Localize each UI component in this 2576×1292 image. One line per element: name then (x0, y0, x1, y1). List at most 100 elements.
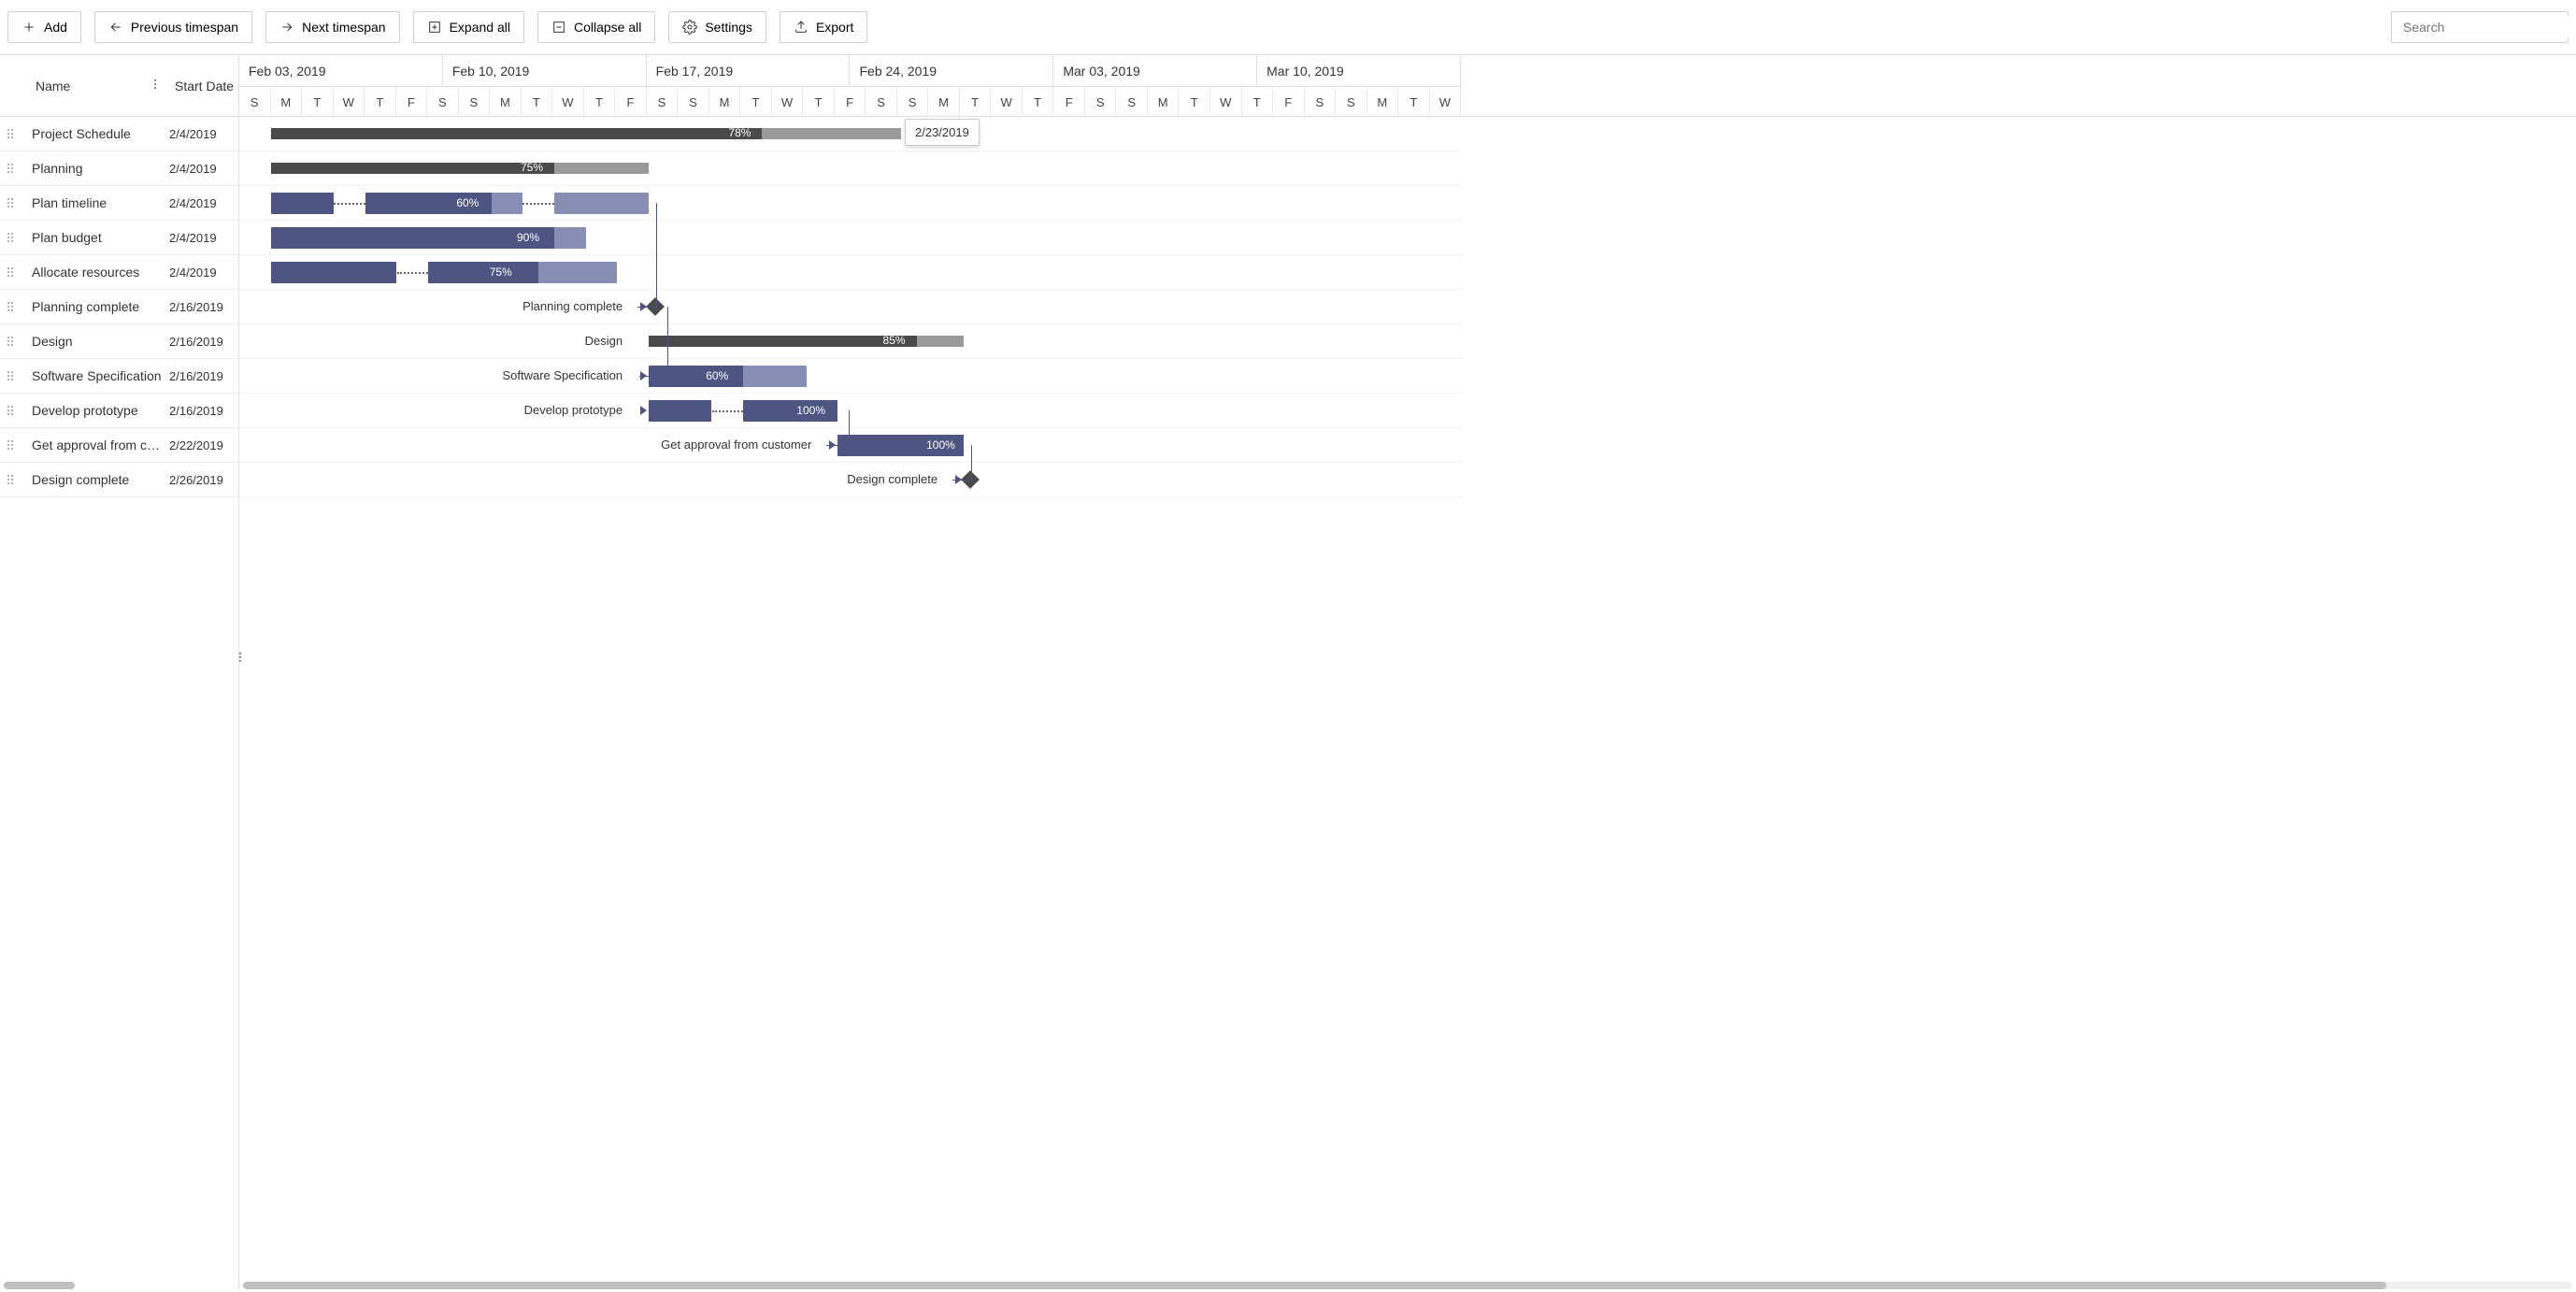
drag-handle-icon[interactable] (0, 473, 21, 486)
drag-handle-icon[interactable] (0, 162, 21, 175)
settings-button[interactable]: Settings (668, 11, 766, 43)
day-header-cell: W (334, 87, 365, 117)
day-header-cell: S (459, 87, 491, 117)
task-name-cell[interactable]: Develop prototype (21, 403, 169, 418)
drag-handle-icon[interactable] (0, 438, 21, 452)
task-row[interactable]: Planning2/4/2019 (0, 151, 238, 186)
task-row[interactable]: Design complete2/26/2019 (0, 463, 238, 497)
task-start-cell[interactable]: 2/4/2019 (169, 127, 238, 141)
task-row[interactable]: Plan budget2/4/2019 (0, 221, 238, 255)
collapse-label: Collapse all (574, 20, 641, 35)
task-bar-segment[interactable] (554, 193, 649, 214)
task-row[interactable]: Design2/16/2019 (0, 324, 238, 359)
summary-progress (271, 128, 763, 139)
task-progress (271, 227, 554, 249)
gear-icon (682, 20, 697, 35)
segment-gap (712, 410, 744, 412)
task-name-cell[interactable]: Planning complete (21, 299, 169, 314)
task-name-cell[interactable]: Plan timeline (21, 195, 169, 210)
task-start-cell[interactable]: 2/16/2019 (169, 300, 238, 314)
bar-percent-label: 60% (456, 196, 479, 209)
previous-timespan-button[interactable]: Previous timespan (94, 11, 252, 43)
task-row[interactable]: Develop prototype2/16/2019 (0, 394, 238, 428)
task-name-cell[interactable]: Software Specification (21, 368, 169, 383)
task-start-cell[interactable]: 2/4/2019 (169, 196, 238, 210)
task-start-cell[interactable]: 2/26/2019 (169, 473, 238, 487)
task-row[interactable]: Plan timeline2/4/2019 (0, 186, 238, 221)
drag-handle-icon[interactable] (0, 196, 21, 209)
export-icon (794, 20, 809, 35)
day-header-cell: S (866, 87, 897, 117)
column-menu-icon[interactable] (149, 78, 162, 93)
expand-all-button[interactable]: Expand all (413, 11, 524, 43)
drag-handle-icon[interactable] (0, 335, 21, 348)
task-progress-segment (271, 262, 397, 283)
day-header-cell: T (1242, 87, 1274, 117)
collapse-all-button[interactable]: Collapse all (537, 11, 655, 43)
dependency-connector (637, 307, 656, 308)
task-start-cell[interactable]: 2/4/2019 (169, 231, 238, 245)
task-start-cell[interactable]: 2/22/2019 (169, 438, 238, 452)
chart-row: Design85% (239, 324, 1461, 359)
dependency-arrow-icon (829, 440, 836, 450)
day-header-cell: S (1336, 87, 1367, 117)
task-name-cell[interactable]: Get approval from cu… (21, 438, 169, 452)
day-header-cell: T (803, 87, 835, 117)
chart-horizontal-scrollbar-thumb[interactable] (243, 1282, 2386, 1289)
panel-splitter[interactable] (237, 646, 243, 668)
task-name-cell[interactable]: Design complete (21, 472, 169, 487)
day-header-cell: S (678, 87, 709, 117)
week-header-cell: Feb 03, 2019 (239, 55, 443, 86)
task-start-cell[interactable]: 2/4/2019 (169, 266, 238, 280)
task-name-cell[interactable]: Planning (21, 161, 169, 176)
drag-handle-icon[interactable] (0, 266, 21, 279)
add-button[interactable]: Add (7, 11, 81, 43)
grid-rows: Project Schedule2/4/2019Planning2/4/2019… (0, 117, 238, 497)
task-start-cell[interactable]: 2/4/2019 (169, 162, 238, 176)
task-row[interactable]: Get approval from cu…2/22/2019 (0, 428, 238, 463)
day-header-cell: F (1273, 87, 1305, 117)
task-start-cell[interactable]: 2/16/2019 (169, 335, 238, 349)
column-header-start-date[interactable]: Start Date (167, 55, 238, 116)
chart-row: 60% (239, 186, 1461, 221)
task-name-cell[interactable]: Project Schedule (21, 126, 169, 141)
task-row[interactable]: Planning complete2/16/2019 (0, 290, 238, 324)
toolbar: Add Previous timespan Next timespan Expa… (0, 0, 2576, 55)
drag-handle-icon[interactable] (0, 231, 21, 244)
grid-horizontal-scrollbar[interactable] (4, 1282, 75, 1289)
chart-horizontal-scrollbar-track[interactable] (243, 1282, 2572, 1289)
task-row[interactable]: Project Schedule2/4/2019 (0, 117, 238, 151)
chart-row: Develop prototype100% (239, 394, 1461, 428)
bar-percent-label: 78% (728, 126, 751, 139)
task-row[interactable]: Software Specification2/16/2019 (0, 359, 238, 394)
chart-row: 78% (239, 117, 1461, 151)
task-grid: Name Start Date Project Schedule2/4/2019… (0, 55, 239, 1289)
task-name-cell[interactable]: Design (21, 334, 169, 349)
task-name-cell[interactable]: Allocate resources (21, 265, 169, 280)
chart-row: Design complete (239, 463, 1461, 497)
week-header-cell: Mar 10, 2019 (1257, 55, 1461, 86)
column-header-name[interactable]: Name (0, 55, 167, 116)
drag-handle-icon[interactable] (0, 300, 21, 313)
task-name-cell[interactable]: Plan budget (21, 230, 169, 245)
day-header-cell: F (615, 87, 647, 117)
drag-handle-icon[interactable] (0, 127, 21, 140)
day-header-cell: S (1116, 87, 1148, 117)
day-header-cell: S (897, 87, 929, 117)
day-header-cell: S (427, 87, 459, 117)
task-start-cell[interactable]: 2/16/2019 (169, 369, 238, 383)
dependency-connector (667, 307, 668, 378)
day-row: SMTWTFSSMTWTFSSMTWTFSSMTWTFSSMTWTFSSMTW (239, 86, 1461, 117)
next-timespan-button[interactable]: Next timespan (265, 11, 399, 43)
chart-row: 75% (239, 255, 1461, 290)
search-input[interactable] (2399, 16, 2576, 38)
search-box[interactable] (2391, 11, 2569, 43)
drag-handle-icon[interactable] (0, 369, 21, 382)
task-start-cell[interactable]: 2/16/2019 (169, 404, 238, 418)
drag-handle-icon[interactable] (0, 404, 21, 417)
day-header-cell: F (1053, 87, 1085, 117)
next-label: Next timespan (302, 20, 385, 35)
task-row[interactable]: Allocate resources2/4/2019 (0, 255, 238, 290)
bar-left-label: Planning complete (239, 299, 623, 313)
export-button[interactable]: Export (780, 11, 867, 43)
